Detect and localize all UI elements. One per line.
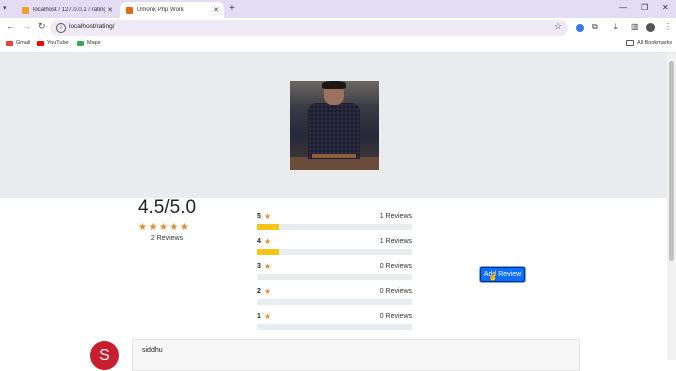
new-tab-button[interactable]: + <box>229 3 235 14</box>
side-panel-icon[interactable]: ▥ <box>631 22 639 31</box>
row-review-count: 0 Reviews <box>379 288 412 295</box>
photo-hair <box>322 81 346 89</box>
tab-title: localhost / 127.0.0.1 / ratings / <box>33 7 105 13</box>
bookmark-gmail[interactable]: Gmail <box>6 40 30 46</box>
bookmark-label: Gmail <box>16 40 31 46</box>
bookmarks-bar: Gmail YouTube Maps All Bookmarks <box>0 38 676 53</box>
rating-row-5: 5 ★ 1 Reviews <box>257 212 412 233</box>
all-bookmarks-label: All Bookmarks <box>637 40 673 46</box>
rating-bar-track <box>257 299 412 305</box>
add-review-button[interactable]: Add Review <box>480 267 525 282</box>
rating-bar-track <box>257 224 412 230</box>
star-icon: ★ <box>264 312 272 321</box>
tab-phpmyadmin[interactable]: localhost / 127.0.0.1 / ratings / ✕ <box>16 2 118 18</box>
bookmark-label: YouTube <box>47 40 69 46</box>
average-rating: 4.5/5.0 <box>137 197 197 218</box>
star-icon: ★ <box>264 287 272 296</box>
bookmark-youtube[interactable]: YouTube <box>37 40 69 46</box>
total-review-count: 2 Reviews <box>150 235 184 242</box>
url-text: localhost/rating/ <box>69 23 115 30</box>
maps-icon <box>77 40 84 46</box>
page-scrollbar[interactable] <box>667 53 676 360</box>
star-level: 2 <box>257 288 261 295</box>
rating-stars: ★★★★★ <box>138 222 191 233</box>
folder-icon <box>626 40 634 46</box>
rating-row-4: 4 ★ 1 Reviews <box>257 237 412 258</box>
review-card: siddhu <box>132 339 580 371</box>
scrollbar-thumb[interactable] <box>669 61 674 261</box>
phpmyadmin-favicon-icon <box>22 6 29 14</box>
rating-bar-fill <box>257 249 279 255</box>
row-review-count: 0 Reviews <box>379 313 412 320</box>
star-icon: ★ <box>264 262 272 271</box>
tab-title: Umonk Php Work <box>137 7 184 13</box>
star-level: 3 <box>257 263 261 270</box>
hero-banner <box>0 53 667 198</box>
forward-icon[interactable]: → <box>22 21 31 31</box>
mouse-cursor-icon: ☝ <box>488 272 498 281</box>
product-photo <box>290 81 379 170</box>
rating-bar-track <box>257 324 412 330</box>
close-window-icon[interactable]: ✕ <box>662 3 669 12</box>
star-level: 1 <box>257 313 261 320</box>
address-bar[interactable]: i localhost/rating/ ☆ <box>50 20 568 36</box>
rating-bar-track <box>257 274 412 280</box>
youtube-icon <box>37 40 44 46</box>
bookmark-maps[interactable]: Maps <box>77 40 100 46</box>
back-icon[interactable]: ← <box>6 21 15 31</box>
tab-strip: ▾ localhost / 127.0.0.1 / ratings / ✕ Um… <box>0 0 676 18</box>
minimize-icon[interactable]: — <box>619 3 627 12</box>
bookmark-star-icon[interactable]: ☆ <box>554 21 562 32</box>
star-icon: ★ <box>264 212 272 221</box>
bookmark-label: Maps <box>87 40 101 46</box>
rating-bar-fill <box>257 224 279 230</box>
close-tab-icon[interactable]: ✕ <box>211 6 221 14</box>
menu-icon[interactable]: ⋮ <box>664 22 672 31</box>
reviewer-name: siddhu <box>142 347 163 354</box>
download-icon[interactable]: ⤓ <box>614 22 618 32</box>
reload-icon[interactable]: ↻ <box>38 21 46 32</box>
rating-row-1: 1 ★ 0 Reviews <box>257 312 412 333</box>
rating-row-2: 2 ★ 0 Reviews <box>257 287 412 308</box>
tab-search-icon[interactable]: ▾ <box>3 4 7 12</box>
avatar-icon[interactable] <box>646 23 655 32</box>
avatar: S <box>90 341 119 370</box>
tab-umonk[interactable]: Umonk Php Work ✕ <box>120 2 224 18</box>
row-review-count: 0 Reviews <box>379 263 412 270</box>
gmail-icon <box>6 40 13 46</box>
photo-shirt <box>308 103 360 159</box>
restore-icon[interactable]: ❐ <box>641 3 648 12</box>
row-review-count: 1 Reviews <box>379 238 412 245</box>
extensions-icon[interactable]: ⧉ <box>592 22 598 32</box>
browser-toolbar: ← → ↻ i localhost/rating/ ☆ ⧉ ⤓ ▥ ⋮ <box>0 18 676 38</box>
rating-bar-track <box>257 249 412 255</box>
all-bookmarks[interactable]: All Bookmarks <box>626 40 672 46</box>
profile-extension-icon[interactable] <box>576 24 584 32</box>
star-level: 5 <box>257 213 261 220</box>
umonk-favicon-icon <box>126 6 133 14</box>
star-icon: ★ <box>264 237 272 246</box>
photo-belt <box>312 154 356 158</box>
row-review-count: 1 Reviews <box>379 213 412 220</box>
rating-row-3: 3 ★ 0 Reviews <box>257 262 412 283</box>
site-info-icon[interactable]: i <box>56 23 66 33</box>
close-tab-icon[interactable]: ✕ <box>105 6 115 14</box>
star-level: 4 <box>257 238 261 245</box>
